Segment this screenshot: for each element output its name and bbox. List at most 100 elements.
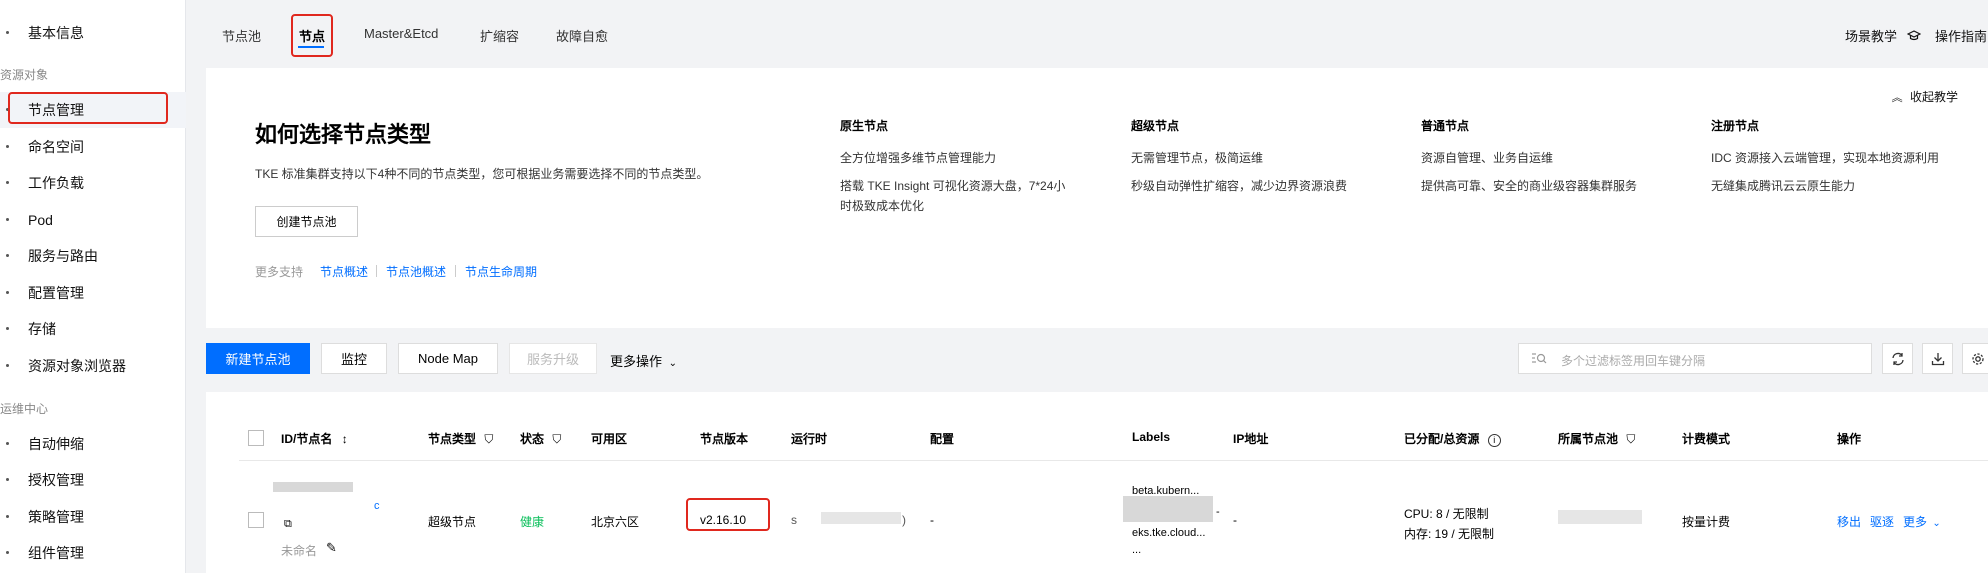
highlight-box (291, 14, 333, 57)
copy-icon[interactable]: ⧉ (284, 518, 292, 531)
sidebar-item-pod[interactable]: Pod (0, 202, 186, 238)
sidebar-item-label: 工作负载 (28, 175, 84, 191)
bullet-icon (6, 145, 9, 148)
link-divider (376, 265, 377, 277)
guide-title: 如何选择节点类型 (255, 122, 432, 147)
sort-icon[interactable]: ↕ (342, 432, 348, 446)
download-icon (1931, 352, 1944, 365)
node-toolbar: 新建节点池 监控 Node Map 服务升级 更多操作 ⌄ 多个过滤标签用回车键… (206, 343, 1988, 375)
sidebar-item-label: 策略管理 (28, 509, 84, 525)
more-actions-label: 更多 (1903, 515, 1928, 529)
tab-node-pool[interactable]: 节点池 (222, 26, 261, 45)
sidebar-item-basic-info[interactable]: 基本信息 (0, 15, 186, 51)
tab-scaling[interactable]: 扩缩容 (480, 26, 519, 45)
evict-action[interactable]: 驱逐 (1870, 513, 1894, 530)
more-actions-dropdown[interactable]: 更多 ⌄ (1903, 513, 1941, 530)
new-node-pool-button[interactable]: 新建节点池 (206, 343, 310, 374)
monitor-button[interactable]: 监控 (321, 343, 387, 374)
bullet-icon (6, 31, 9, 34)
more-operations-dropdown[interactable]: 更多操作 ⌄ (610, 351, 677, 370)
refresh-button[interactable] (1882, 343, 1913, 374)
filter-icon[interactable]: ⛉ (552, 432, 561, 446)
top-tab-bar: 节点池 节点 Master&Etcd 扩缩容 故障自愈 场景教学 操作指南 (186, 0, 1988, 68)
filter-icon[interactable]: ⛉ (1626, 432, 1635, 446)
sidebar-item-storage[interactable]: 存储 (0, 311, 186, 347)
registered-node-line: IDC 资源接入云端管理，实现本地资源利用 (1711, 151, 1940, 165)
header-id-name-label: ID/节点名 (281, 432, 333, 446)
memory-allocation: 内存: 19 / 无限制 (1404, 527, 1495, 541)
sidebar-item-autoscaling[interactable]: 自动伸缩 (0, 426, 186, 462)
sidebar-item-services-routes[interactable]: 服务与路由 (0, 238, 186, 274)
bullet-icon (6, 291, 9, 294)
link-divider (455, 265, 456, 277)
header-status-label: 状态 (520, 432, 545, 446)
bullet-icon (6, 327, 9, 330)
filter-icon[interactable]: ⛉ (484, 432, 493, 446)
node-name-unnamed: 未命名 (281, 544, 318, 558)
registered-node-line: 无缝集成腾讯云云原生能力 (1711, 179, 1856, 193)
link-node-pool-overview[interactable]: 节点池概述 (386, 263, 446, 280)
header-node-type: 节点类型 ⛉ (428, 430, 493, 447)
chevron-down-icon: ⌄ (1932, 518, 1941, 529)
settings-button[interactable] (1962, 343, 1988, 374)
service-upgrade-button[interactable]: 服务升级 (509, 343, 597, 374)
download-button[interactable] (1922, 343, 1953, 374)
sidebar-item-authorization[interactable]: 授权管理 (0, 462, 186, 498)
tab-self-healing[interactable]: 故障自愈 (556, 26, 608, 45)
sidebar-item-label: 授权管理 (28, 472, 84, 488)
sidebar-item-label: Pod (28, 212, 53, 228)
header-status: 状态 ⛉ (520, 430, 561, 447)
node-id-link[interactable]: c (374, 500, 380, 512)
graduation-cap-icon (1906, 30, 1921, 41)
sidebar-item-workload[interactable]: 工作负载 (0, 165, 186, 201)
header-labels: Labels (1132, 430, 1171, 444)
native-node-title: 原生节点 (840, 119, 889, 133)
scene-tutorial-link[interactable]: 场景教学 (1845, 26, 1921, 45)
link-node-lifecycle[interactable]: 节点生命周期 (465, 263, 537, 280)
label-more[interactable]: ... (1132, 544, 1141, 556)
more-operations-label: 更多操作 (610, 354, 663, 369)
redacted-runtime (821, 512, 901, 524)
super-node-title: 超级节点 (1131, 119, 1180, 133)
header-ip: IP地址 (1233, 432, 1269, 446)
search-placeholder: 多个过滤标签用回车键分隔 (1561, 354, 1706, 368)
node-map-button[interactable]: Node Map (398, 343, 498, 374)
status-badge: 健康 (520, 515, 545, 529)
label-item: eks.tke.cloud... (1132, 527, 1206, 539)
guide-description: TKE 标准集群支持以下4种不同的节点类型，您可根据业务需要选择不同的节点类型。 (255, 167, 709, 181)
highlight-box (686, 498, 770, 531)
tab-master-etcd[interactable]: Master&Etcd (364, 26, 438, 41)
sidebar-item-policy[interactable]: 策略管理 (0, 499, 186, 535)
sidebar-item-resource-browser[interactable]: 资源对象浏览器 (0, 348, 186, 384)
sidebar: 基本信息 资源对象 节点管理 命名空间 工作负载 Pod 服务与路由 配置管理 … (0, 0, 186, 573)
bullet-icon (6, 478, 9, 481)
super-node-line: 无需管理节点，极简运维 (1131, 151, 1264, 165)
collapse-tutorial-button[interactable]: ︽ 收起教学 (1892, 88, 1958, 105)
select-all-checkbox[interactable] (248, 430, 264, 446)
bullet-icon (6, 181, 9, 184)
filter-search-input[interactable]: 多个过滤标签用回车键分隔 (1518, 343, 1872, 374)
super-node-line: 秒级自动弹性扩缩容，减少边界资源浪费 (1131, 179, 1348, 193)
row-checkbox[interactable] (248, 512, 264, 528)
link-node-overview[interactable]: 节点概述 (320, 263, 368, 280)
create-node-pool-button[interactable]: 创建节点池 (255, 206, 358, 237)
runtime-prefix: s (791, 513, 797, 527)
bullet-icon (6, 254, 9, 257)
billing-value: 按量计费 (1682, 515, 1731, 529)
remove-action[interactable]: 移出 (1837, 513, 1861, 530)
operation-guide-link[interactable]: 操作指南 (1935, 26, 1987, 45)
info-icon[interactable]: i (1487, 434, 1501, 447)
regular-node-line: 资源自管理、业务自运维 (1421, 151, 1554, 165)
sidebar-item-label: 服务与路由 (28, 248, 98, 264)
sidebar-item-addons[interactable]: 组件管理 (0, 535, 186, 571)
edit-icon[interactable]: ✎ (326, 540, 337, 556)
header-node-pool-label: 所属节点池 (1558, 432, 1619, 446)
gear-icon (1971, 352, 1984, 365)
header-id-name[interactable]: ID/节点名 ↕ (281, 430, 348, 447)
node-type-value: 超级节点 (428, 515, 477, 529)
header-divider (239, 460, 1988, 461)
zone-value: 北京六区 (591, 515, 640, 529)
sidebar-item-namespace[interactable]: 命名空间 (0, 129, 186, 165)
sidebar-item-config[interactable]: 配置管理 (0, 275, 186, 311)
regular-node-line: 提供高可靠、安全的商业级容器集群服务 (1421, 179, 1638, 193)
